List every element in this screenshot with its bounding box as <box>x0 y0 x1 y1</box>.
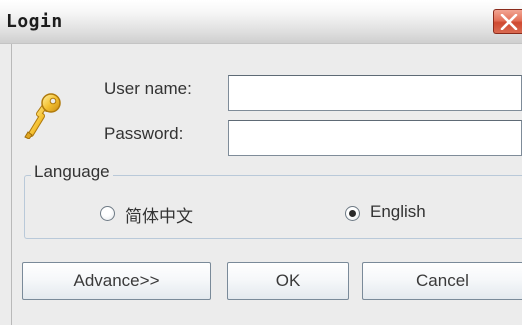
advance-button[interactable]: Advance>> <box>22 262 211 300</box>
close-icon <box>500 14 518 30</box>
window-title: Login <box>6 11 63 32</box>
radio-chinese[interactable] <box>100 206 115 221</box>
language-group <box>24 175 522 239</box>
title-bar[interactable]: Login <box>0 0 522 44</box>
radio-english[interactable] <box>345 206 360 221</box>
radio-chinese-label[interactable]: 简体中文 <box>125 202 193 227</box>
cancel-button[interactable]: Cancel <box>362 262 522 300</box>
username-label: User name: <box>104 79 192 98</box>
ok-button[interactable]: OK <box>227 262 349 300</box>
language-legend: Language <box>31 162 113 182</box>
password-input[interactable] <box>228 120 522 156</box>
username-input[interactable] <box>228 75 522 111</box>
close-button[interactable] <box>493 9 522 34</box>
password-label: Password: <box>104 124 184 143</box>
radio-english-label[interactable]: English <box>370 202 426 222</box>
login-dialog: Login User name: Password: Language 简体中文 <box>0 0 522 325</box>
key-icon <box>24 93 61 139</box>
radio-selected-dot <box>349 210 356 217</box>
